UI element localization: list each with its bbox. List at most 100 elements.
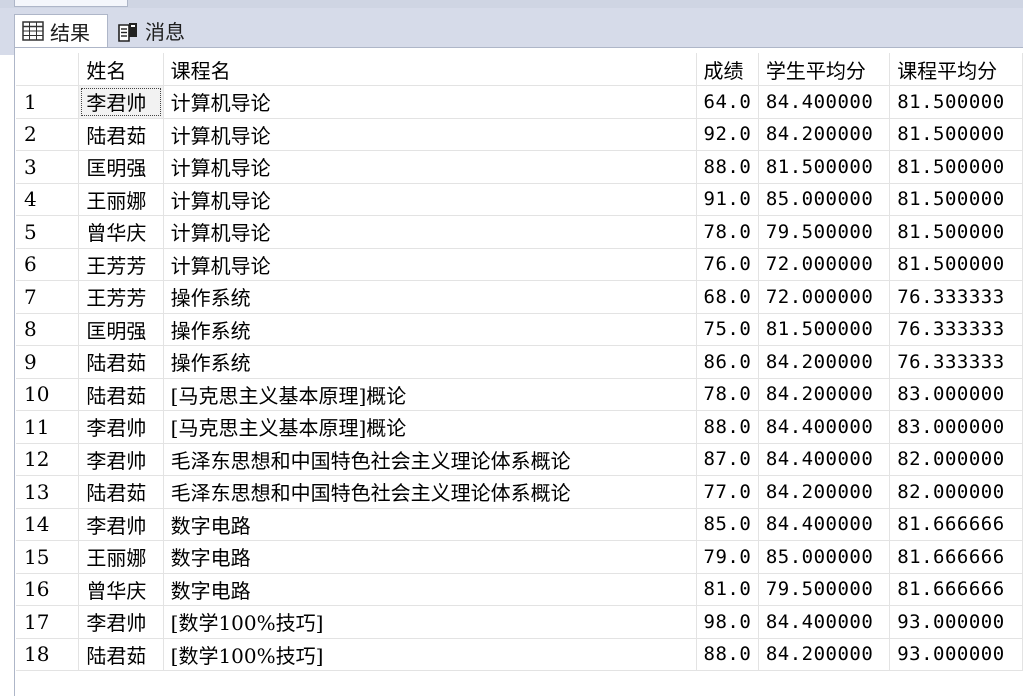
score-cell[interactable]: 76.0: [696, 248, 759, 281]
student-avg-cell[interactable]: 84.200000: [758, 475, 891, 509]
row-number-cell[interactable]: 7: [16, 280, 80, 314]
course-cell[interactable]: 计算机导论: [163, 183, 697, 216]
course-avg-cell[interactable]: 81.666666: [889, 508, 1023, 541]
student-avg-cell[interactable]: 84.200000: [758, 378, 891, 411]
row-number-cell[interactable]: 3: [16, 150, 80, 184]
course-cell[interactable]: 计算机导论: [163, 215, 697, 249]
student-avg-cell[interactable]: 84.200000: [758, 345, 891, 379]
score-cell[interactable]: 88.0: [696, 410, 759, 444]
table-row[interactable]: 9 陆君茹 操作系统 86.0 84.200000 76.333333: [16, 345, 1023, 379]
table-row[interactable]: 5 曾华庆 计算机导论 78.0 79.500000 81.500000: [16, 215, 1023, 249]
row-number-cell[interactable]: 1: [16, 85, 80, 119]
row-number-cell[interactable]: 14: [16, 508, 80, 541]
score-cell[interactable]: 86.0: [696, 345, 759, 379]
student-avg-cell[interactable]: 84.400000: [758, 443, 891, 476]
student-avg-cell[interactable]: 72.000000: [758, 280, 891, 314]
name-cell[interactable]: 匡明强: [78, 150, 164, 184]
score-cell[interactable]: 88.0: [696, 150, 759, 184]
column-header-score[interactable]: 成绩: [696, 53, 759, 86]
course-cell[interactable]: 毛泽东思想和中国特色社会主义理论体系概论: [163, 443, 697, 476]
column-header-course[interactable]: 课程名: [163, 53, 697, 86]
name-cell[interactable]: 陆君茹: [78, 475, 164, 509]
course-cell[interactable]: [马克思主义基本原理]概论: [163, 410, 697, 444]
course-cell[interactable]: 操作系统: [163, 345, 697, 379]
name-cell[interactable]: 王丽娜: [78, 540, 164, 574]
name-cell[interactable]: 陆君茹: [78, 378, 164, 411]
name-cell[interactable]: 王丽娜: [78, 183, 164, 216]
row-number-cell[interactable]: 10: [16, 378, 80, 411]
score-cell[interactable]: 88.0: [696, 638, 759, 671]
course-avg-cell[interactable]: 81.500000: [889, 118, 1023, 151]
student-avg-cell[interactable]: 84.400000: [758, 605, 891, 639]
table-row[interactable]: 14 李君帅 数字电路 85.0 84.400000 81.666666: [16, 508, 1023, 541]
student-avg-cell[interactable]: 79.500000: [758, 215, 891, 249]
name-cell[interactable]: 陆君茹: [78, 345, 164, 379]
name-cell[interactable]: 王芳芳: [78, 248, 164, 281]
course-cell[interactable]: 计算机导论: [163, 85, 697, 119]
course-avg-cell[interactable]: 81.500000: [889, 150, 1023, 184]
course-avg-cell[interactable]: 83.000000: [889, 378, 1023, 411]
row-number-cell[interactable]: 13: [16, 475, 80, 509]
editor-tab-stub[interactable]: [14, 0, 128, 7]
table-row[interactable]: 18 陆君茹 [数学100%技巧] 88.0 84.200000 93.000000: [16, 638, 1023, 671]
course-avg-cell[interactable]: 76.333333: [889, 345, 1023, 379]
name-cell[interactable]: 李君帅: [78, 443, 164, 476]
course-avg-cell[interactable]: 76.333333: [889, 280, 1023, 314]
name-cell[interactable]: 李君帅: [78, 605, 164, 639]
course-avg-cell[interactable]: 82.000000: [889, 443, 1023, 476]
name-cell[interactable]: 李君帅: [78, 85, 164, 119]
course-avg-cell[interactable]: 81.500000: [889, 85, 1023, 119]
row-number-cell[interactable]: 15: [16, 540, 80, 574]
course-cell[interactable]: [数学100%技巧]: [163, 605, 697, 639]
row-number-cell[interactable]: 17: [16, 605, 80, 639]
row-number-header[interactable]: [16, 53, 80, 86]
row-number-cell[interactable]: 5: [16, 215, 80, 249]
student-avg-cell[interactable]: 81.500000: [758, 313, 891, 346]
name-cell[interactable]: 曾华庆: [78, 573, 164, 606]
column-header-student-avg[interactable]: 学生平均分: [758, 53, 891, 86]
table-row[interactable]: 10 陆君茹 [马克思主义基本原理]概论 78.0 84.200000 83.000000: [16, 378, 1023, 411]
course-avg-cell[interactable]: 82.000000: [889, 475, 1023, 509]
table-row[interactable]: 2 陆君茹 计算机导论 92.0 84.200000 81.500000: [16, 118, 1023, 151]
name-cell[interactable]: 王芳芳: [78, 280, 164, 314]
course-cell[interactable]: 数字电路: [163, 540, 697, 574]
row-number-cell[interactable]: 8: [16, 313, 80, 346]
student-avg-cell[interactable]: 85.000000: [758, 183, 891, 216]
table-row[interactable]: 8 匡明强 操作系统 75.0 81.500000 76.333333: [16, 313, 1023, 346]
name-cell[interactable]: 曾华庆: [78, 215, 164, 249]
student-avg-cell[interactable]: 81.500000: [758, 150, 891, 184]
row-number-cell[interactable]: 9: [16, 345, 80, 379]
table-row[interactable]: 17 李君帅 [数学100%技巧] 98.0 84.400000 93.000000: [16, 605, 1023, 639]
score-cell[interactable]: 79.0: [696, 540, 759, 574]
course-cell[interactable]: 数字电路: [163, 508, 697, 541]
student-avg-cell[interactable]: 84.400000: [758, 410, 891, 444]
course-avg-cell[interactable]: 93.000000: [889, 638, 1023, 671]
name-cell[interactable]: 陆君茹: [78, 118, 164, 151]
table-row[interactable]: 11 李君帅 [马克思主义基本原理]概论 88.0 84.400000 83.000000: [16, 410, 1023, 444]
table-row[interactable]: 3 匡明强 计算机导论 88.0 81.500000 81.500000: [16, 150, 1023, 184]
tab-messages[interactable]: 消息: [111, 14, 203, 47]
table-row[interactable]: 13 陆君茹 毛泽东思想和中国特色社会主义理论体系概论 77.0 84.200000 82…: [16, 475, 1023, 509]
score-cell[interactable]: 92.0: [696, 118, 759, 151]
name-cell[interactable]: 陆君茹: [78, 638, 164, 671]
score-cell[interactable]: 68.0: [696, 280, 759, 314]
score-cell[interactable]: 85.0: [696, 508, 759, 541]
table-row[interactable]: 4 王丽娜 计算机导论 91.0 85.000000 81.500000: [16, 183, 1023, 216]
score-cell[interactable]: 64.0: [696, 85, 759, 119]
name-cell[interactable]: 李君帅: [78, 410, 164, 444]
student-avg-cell[interactable]: 72.000000: [758, 248, 891, 281]
row-number-cell[interactable]: 6: [16, 248, 80, 281]
column-header-name[interactable]: 姓名: [78, 53, 164, 86]
score-cell[interactable]: 91.0: [696, 183, 759, 216]
name-cell[interactable]: 李君帅: [78, 508, 164, 541]
course-avg-cell[interactable]: 81.666666: [889, 540, 1023, 574]
row-number-cell[interactable]: 11: [16, 410, 80, 444]
name-cell[interactable]: 匡明强: [78, 313, 164, 346]
score-cell[interactable]: 78.0: [696, 215, 759, 249]
student-avg-cell[interactable]: 84.200000: [758, 118, 891, 151]
course-cell[interactable]: 计算机导论: [163, 248, 697, 281]
course-avg-cell[interactable]: 81.500000: [889, 215, 1023, 249]
student-avg-cell[interactable]: 84.400000: [758, 508, 891, 541]
course-cell[interactable]: [马克思主义基本原理]概论: [163, 378, 697, 411]
table-row[interactable]: 15 王丽娜 数字电路 79.0 85.000000 81.666666: [16, 540, 1023, 574]
